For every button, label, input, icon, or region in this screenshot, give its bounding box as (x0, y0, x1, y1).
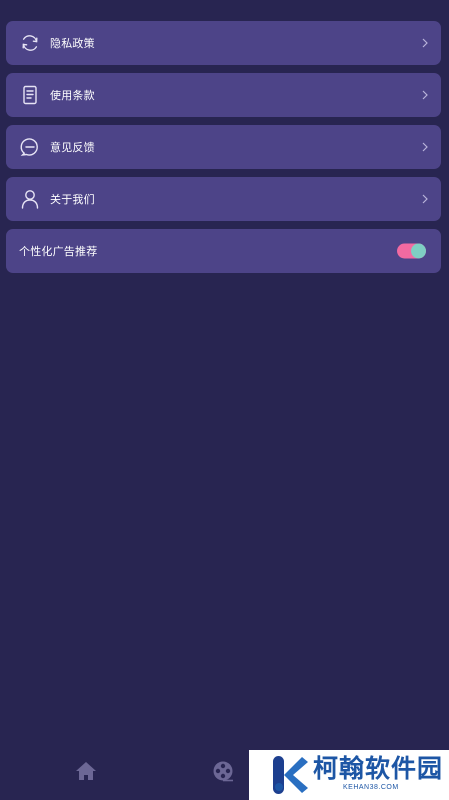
menu-item-label: 使用条款 (50, 89, 95, 102)
k-logo-icon (273, 756, 308, 794)
document-icon (19, 84, 41, 106)
watermark-banner: 柯翰软件园 KEHAN38.COM (249, 750, 449, 800)
chevron-right-icon (422, 142, 428, 152)
personalized-ads-setting: 个性化广告推荐 (6, 229, 441, 273)
watermark-subtext: KEHAN38.COM (343, 784, 399, 791)
settings-menu: 隐私政策 使用条款 意见反馈 关于我们 个性化广告推荐 (6, 21, 441, 281)
menu-item-feedback[interactable]: 意见反馈 (6, 125, 441, 169)
chevron-right-icon (422, 38, 428, 48)
watermark-text: 柯翰软件园 (313, 754, 444, 783)
menu-item-label: 意见反馈 (50, 141, 95, 154)
chat-bubble-icon (19, 136, 41, 158)
menu-item-about-us[interactable]: 关于我们 (6, 177, 441, 221)
personalized-ads-label: 个性化广告推荐 (19, 245, 98, 258)
menu-item-label: 关于我们 (50, 193, 95, 206)
personalized-ads-toggle[interactable] (397, 243, 426, 259)
menu-item-privacy-policy[interactable]: 隐私政策 (6, 21, 441, 65)
toggle-knob (411, 243, 426, 259)
menu-item-terms-of-use[interactable]: 使用条款 (6, 73, 441, 117)
chevron-right-icon (422, 194, 428, 204)
person-icon (19, 188, 41, 210)
chevron-right-icon (422, 90, 428, 100)
film-reel-icon[interactable] (212, 760, 234, 782)
refresh-cycle-icon (19, 32, 41, 54)
menu-item-label: 隐私政策 (50, 37, 95, 50)
home-icon[interactable] (75, 760, 97, 782)
